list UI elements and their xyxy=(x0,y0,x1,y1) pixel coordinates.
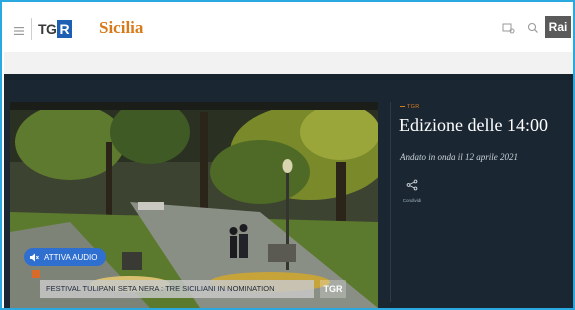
activate-audio-button[interactable]: ATTIVA AUDIO xyxy=(24,248,106,266)
video-frame-image xyxy=(10,102,378,308)
share-button[interactable]: Condividi xyxy=(399,178,425,203)
aired-date: Andato in onda il 12 aprile 2021 xyxy=(400,152,518,162)
menu-icon[interactable] xyxy=(14,23,24,35)
activate-audio-label: ATTIVA AUDIO xyxy=(44,252,98,262)
share-label: Condividi xyxy=(402,198,422,203)
region-title[interactable]: Sicilia xyxy=(99,18,143,38)
program-eyebrow: TGR xyxy=(400,104,420,110)
browser-frame: TG R Sicilia Rai ATTIVA AUDIO FESTIVAL T… xyxy=(0,0,575,310)
header-divider xyxy=(31,18,32,40)
news-ticker: FESTIVAL TULIPANI SETA NERA : TRE SICILI… xyxy=(40,280,314,298)
edition-title: Edizione delle 14:00 xyxy=(399,115,548,135)
ticker-tgr-logo: TGR xyxy=(320,280,346,298)
tgr-logo[interactable]: TG R xyxy=(38,20,73,38)
speaker-icon xyxy=(30,253,39,262)
video-player[interactable] xyxy=(10,102,378,308)
rai-logo[interactable]: Rai xyxy=(545,16,571,38)
site-header: TG R Sicilia Rai xyxy=(4,4,573,52)
share-icon xyxy=(406,178,418,195)
ticker-marker xyxy=(32,270,40,278)
live-tv-icon[interactable] xyxy=(501,21,515,35)
search-icon[interactable] xyxy=(526,21,540,35)
sub-navigation-bar xyxy=(4,52,573,74)
section-top-stripe xyxy=(4,74,573,80)
panel-divider xyxy=(390,102,391,302)
